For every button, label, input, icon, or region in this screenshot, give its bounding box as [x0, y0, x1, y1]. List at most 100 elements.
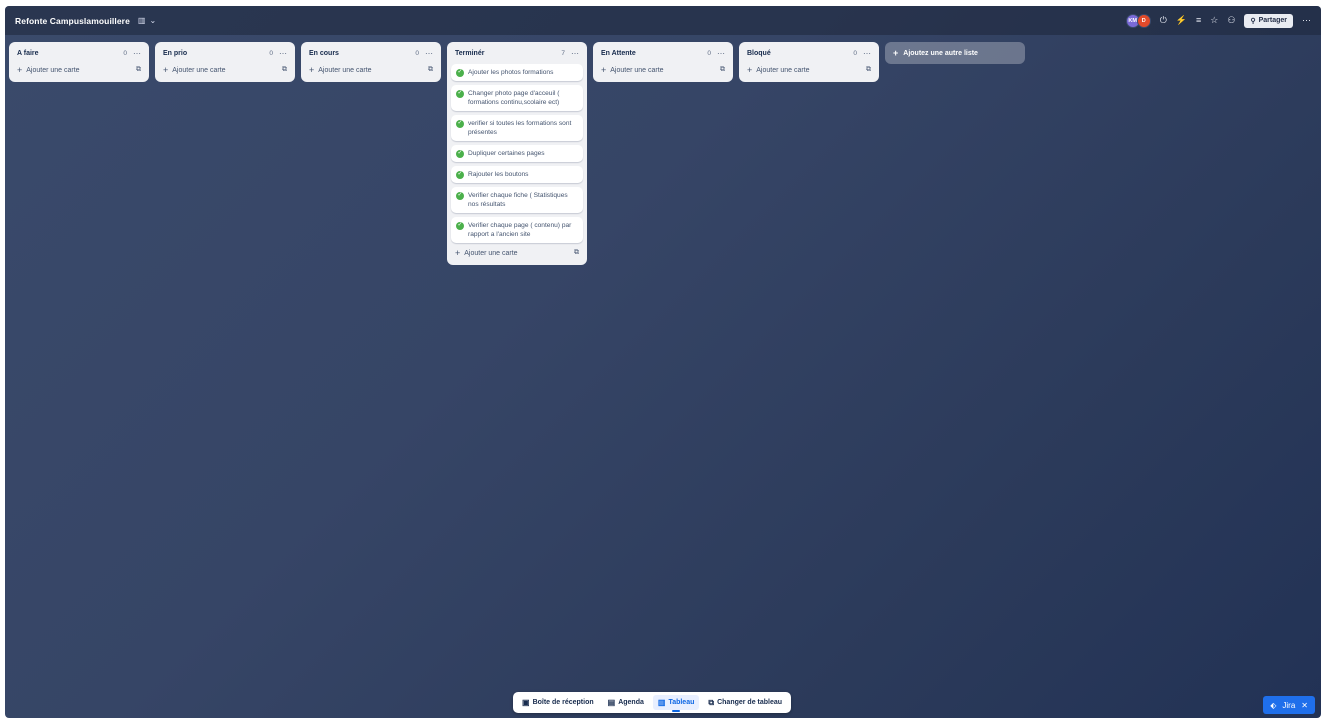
- card-template-icon[interactable]: ⧉: [866, 66, 871, 74]
- card-template-icon[interactable]: ⧉: [720, 66, 725, 74]
- switcher-change-board[interactable]: ⧉ Changer de tableau: [703, 695, 787, 711]
- card-title: Rajouter les boutons: [468, 171, 529, 178]
- add-card-button[interactable]: + Ajouter une carte ⧉: [305, 63, 437, 77]
- board-view-icon[interactable]: ▥: [138, 16, 146, 25]
- check-complete-icon[interactable]: ✓: [456, 170, 464, 179]
- list-card-count: 0: [269, 49, 273, 57]
- plus-icon: +: [309, 64, 315, 75]
- list-menu-icon[interactable]: ⋯: [863, 49, 871, 58]
- plus-icon: +: [163, 64, 169, 75]
- avatar[interactable]: D: [1136, 13, 1151, 28]
- list-en-cours[interactable]: En cours 0 ⋯ + Ajouter une carte ⧉: [301, 42, 441, 82]
- header-actions: KM D ⏻ ⚡ ≡ ☆ ⚇ ⚲ Partager ⋯: [1125, 13, 1311, 28]
- list-a-faire[interactable]: A faire 0 ⋯ + Ajouter une carte ⧉: [9, 42, 149, 82]
- jira-label: Jira: [1282, 700, 1296, 710]
- add-card-label: Ajouter une carte: [464, 249, 518, 257]
- board-lists: A faire 0 ⋯ + Ajouter une carte ⧉ En pri…: [9, 42, 1025, 265]
- list-menu-icon[interactable]: ⋯: [279, 49, 287, 58]
- check-complete-icon[interactable]: ✓: [456, 221, 464, 230]
- list-en-prio[interactable]: En prio 0 ⋯ + Ajouter une carte ⧉: [155, 42, 295, 82]
- add-card-button[interactable]: + Ajouter une carte ⧉: [743, 63, 875, 77]
- list-menu-icon[interactable]: ⋯: [571, 49, 579, 58]
- plus-icon: +: [601, 64, 607, 75]
- list-header: Bloqué 0 ⋯: [743, 46, 875, 60]
- list-title[interactable]: En cours: [309, 50, 339, 57]
- list-header: En Attente 0 ⋯: [597, 46, 729, 60]
- card-template-icon[interactable]: ⧉: [136, 66, 141, 74]
- add-card-button[interactable]: + Ajouter une carte ⧉: [13, 63, 145, 77]
- card[interactable]: ✓ verifier si toutes les formations sont…: [451, 115, 583, 141]
- member-avatars[interactable]: KM D: [1125, 13, 1151, 28]
- list-card-count: 0: [415, 49, 419, 57]
- inbox-icon: ▣: [522, 698, 530, 707]
- plus-icon: +: [455, 247, 461, 258]
- add-card-label: Ajouter une carte: [610, 66, 664, 74]
- card[interactable]: ✓ Verifier chaque fiche ( Statistiques n…: [451, 187, 583, 213]
- list-card-count: 7: [561, 49, 565, 57]
- switcher-agenda[interactable]: ▤ Agenda: [603, 695, 649, 710]
- add-card-label: Ajouter une carte: [172, 66, 226, 74]
- card[interactable]: ✓ Ajouter les photos formations: [451, 64, 583, 81]
- card[interactable]: ✓ Verifier chaque page ( contenu) par ra…: [451, 217, 583, 243]
- add-card-button[interactable]: + Ajouter une carte ⧉: [451, 246, 583, 260]
- switcher-label: Agenda: [618, 699, 644, 706]
- add-card-label: Ajouter une carte: [756, 66, 810, 74]
- close-icon[interactable]: ✕: [1301, 701, 1308, 710]
- add-user-icon: ⚲: [1250, 17, 1256, 25]
- list-termine[interactable]: Terminér 7 ⋯ ✓ Ajouter les photos format…: [447, 42, 587, 265]
- card-template-icon[interactable]: ⧉: [282, 66, 287, 74]
- check-complete-icon[interactable]: ✓: [456, 68, 464, 77]
- add-card-button[interactable]: + Ajouter une carte ⧉: [159, 63, 291, 77]
- add-list-label: Ajoutez une autre liste: [903, 49, 978, 57]
- card-title: Verifier chaque page ( contenu) par rapp…: [468, 222, 572, 238]
- board-icon: ▥: [657, 698, 666, 707]
- card[interactable]: ✓ Changer photo page d'acceuil ( formati…: [451, 85, 583, 111]
- list-en-attente[interactable]: En Attente 0 ⋯ + Ajouter une carte ⧉: [593, 42, 733, 82]
- automation-icon[interactable]: ⚡: [1176, 16, 1187, 25]
- list-title[interactable]: En prio: [163, 50, 187, 57]
- add-card-label: Ajouter une carte: [318, 66, 372, 74]
- board-title[interactable]: Refonte Campuslamouillere: [15, 16, 130, 26]
- board-header: Refonte Campuslamouillere ▥ ⌄ KM D ⏻ ⚡ ≡…: [5, 6, 1321, 35]
- share-button[interactable]: ⚲ Partager: [1244, 13, 1293, 28]
- switcher-label: Tableau: [668, 699, 695, 706]
- plus-icon: +: [747, 64, 753, 75]
- card[interactable]: ✓ Dupliquer certaines pages: [451, 145, 583, 162]
- check-complete-icon[interactable]: ✓: [456, 119, 464, 128]
- jira-icon: ⬖: [1270, 700, 1277, 710]
- more-icon[interactable]: ⋯: [1302, 15, 1311, 26]
- card-title: Ajouter les photos formations: [468, 69, 554, 76]
- list-header: A faire 0 ⋯: [13, 46, 145, 60]
- switcher-label: Boîte de réception: [532, 699, 594, 706]
- check-complete-icon[interactable]: ✓: [456, 191, 464, 200]
- switcher-board[interactable]: ▥ Tableau: [652, 695, 700, 712]
- list-title[interactable]: Terminér: [455, 50, 484, 57]
- switcher-label: Changer de tableau: [717, 699, 783, 706]
- jira-badge[interactable]: ⬖ Jira ✕: [1263, 696, 1315, 714]
- chevron-down-icon[interactable]: ⌄: [149, 16, 156, 25]
- list-title[interactable]: En Attente: [601, 50, 636, 57]
- list-bloque[interactable]: Bloqué 0 ⋯ + Ajouter une carte ⧉: [739, 42, 879, 82]
- visibility-icon[interactable]: ⚇: [1227, 16, 1235, 25]
- list-title[interactable]: Bloqué: [747, 50, 771, 57]
- check-complete-icon[interactable]: ✓: [456, 149, 464, 158]
- card-title: verifier si toutes les formations sont p…: [468, 120, 572, 136]
- card[interactable]: ✓ Rajouter les boutons: [451, 166, 583, 183]
- share-button-label: Partager: [1258, 17, 1287, 24]
- power-up-icon[interactable]: ⏻: [1160, 16, 1167, 25]
- list-header: Terminér 7 ⋯: [451, 46, 583, 60]
- list-title[interactable]: A faire: [17, 50, 39, 57]
- list-menu-icon[interactable]: ⋯: [717, 49, 725, 58]
- star-icon[interactable]: ☆: [1210, 16, 1218, 25]
- card-template-icon[interactable]: ⧉: [428, 66, 433, 74]
- list-card-count: 0: [123, 49, 127, 57]
- filter-icon[interactable]: ≡: [1196, 16, 1201, 25]
- card-title: Changer photo page d'acceuil ( formation…: [468, 90, 560, 106]
- add-list-button[interactable]: + Ajoutez une autre liste: [885, 42, 1025, 64]
- switcher-inbox[interactable]: ▣ Boîte de réception: [517, 695, 599, 710]
- card-template-icon[interactable]: ⧉: [574, 249, 579, 257]
- list-menu-icon[interactable]: ⋯: [133, 49, 141, 58]
- list-menu-icon[interactable]: ⋯: [425, 49, 433, 58]
- check-complete-icon[interactable]: ✓: [456, 89, 464, 98]
- add-card-button[interactable]: + Ajouter une carte ⧉: [597, 63, 729, 77]
